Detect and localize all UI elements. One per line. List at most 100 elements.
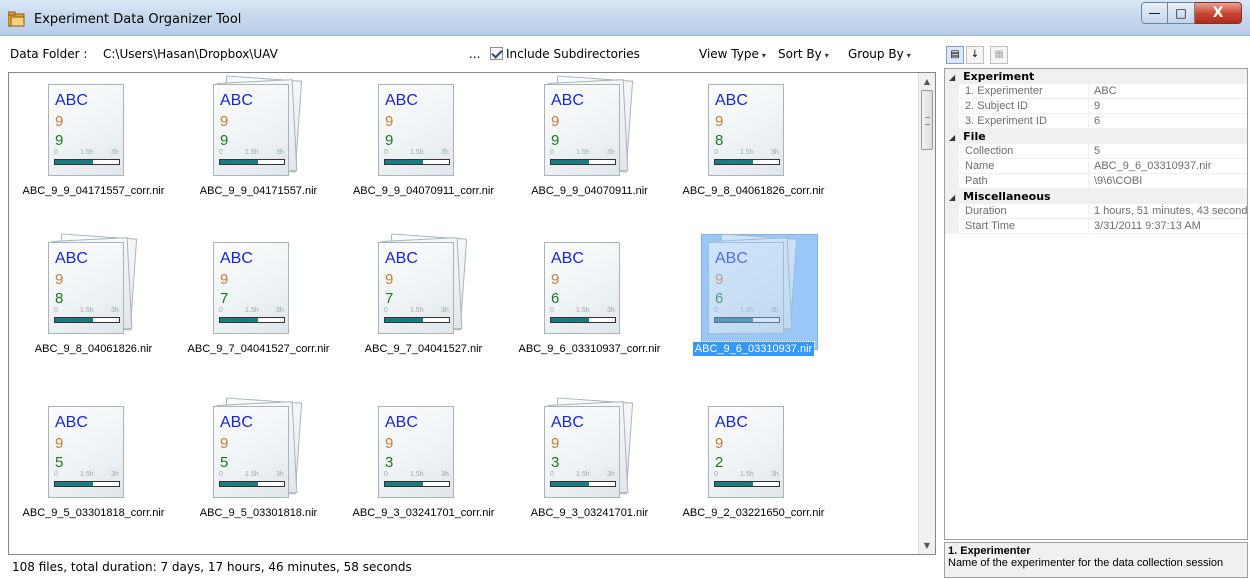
file-name: ABC_9_7_04041527.nir	[341, 343, 506, 355]
file-item[interactable]: ABC 9 2 0 1.5h 3h ABC_9_2_03221650_corr.nir	[671, 397, 836, 547]
scrollbar-thumb[interactable]	[921, 90, 933, 150]
file-thumbnail-view[interactable]: ▲ ▼ ABC 9 9 0 1.5h 3h ABC_9_9_04171557_corr.ni…	[8, 72, 936, 555]
sort-by-dropdown[interactable]: Sort By ▾	[778, 47, 829, 61]
file-item[interactable]: ABC 9 9 0 1.5h 3h ABC_9_9_04070911_corr.nir	[341, 75, 506, 225]
file-item[interactable]: ABC 9 6 0 1.5h 3h ABC_9_6_03310937.nir	[671, 233, 836, 383]
duration-bar-fill	[55, 160, 94, 164]
file-document-icon: ABC 9 5 0 1.5h 3h	[48, 406, 134, 502]
file-name-text: ABC_9_3_03241701_corr.nir	[352, 507, 495, 519]
thumb-subject-id: 9	[385, 113, 394, 130]
property-value[interactable]: ABC_9_6_03310937.nir	[1089, 159, 1247, 174]
file-item[interactable]: ABC 9 3 0 1.5h 3h ABC_9_3_03241701.nir	[507, 397, 672, 547]
browse-folder-button[interactable]: ...	[469, 47, 480, 61]
categorized-view-icon[interactable]: ▤	[946, 46, 964, 64]
property-category[interactable]: ◢ Miscellaneous	[945, 189, 1247, 204]
duration-bar	[714, 159, 780, 165]
status-text: 108 files, total duration: 7 days, 17 ho…	[12, 560, 412, 574]
thumb-experimenter: ABC	[551, 414, 584, 431]
property-row[interactable]: 2. Subject ID 9	[945, 99, 1247, 114]
property-row[interactable]: Path \9\6\COBI	[945, 174, 1247, 189]
thumb-tick-label: 1.5h	[576, 149, 590, 156]
thumb-tick-label: 1.5h	[410, 471, 424, 478]
file-name-text: ABC_9_5_03301818_corr.nir	[22, 507, 165, 519]
property-value[interactable]: 1 hours, 51 minutes, 43 seconds	[1089, 204, 1247, 219]
property-category[interactable]: ◢ File	[945, 129, 1247, 144]
property-value[interactable]: 3/31/2011 9:37:13 AM	[1089, 219, 1247, 234]
file-document-icon: ABC 9 8 0 1.5h 3h	[708, 84, 794, 180]
scroll-down-arrow-icon[interactable]: ▼	[919, 537, 935, 554]
view-type-dropdown[interactable]: View Type ▾	[699, 47, 766, 61]
file-document-icon: ABC 9 6 0 1.5h 3h	[708, 233, 798, 338]
property-value[interactable]: \9\6\COBI	[1089, 174, 1247, 189]
thumb-experiment-id: 6	[551, 290, 560, 307]
data-folder-path-field[interactable]: C:\Users\Hasan\Dropbox\UAV	[103, 47, 278, 61]
file-item[interactable]: ABC 9 9 0 1.5h 3h ABC_9_9_04171557_corr.nir	[11, 75, 176, 225]
property-row[interactable]: Duration 1 hours, 51 minutes, 43 seconds	[945, 204, 1247, 219]
include-subdirectories-label: Include Subdirectories	[506, 47, 640, 61]
include-subdirectories-checkbox[interactable]: Include Subdirectories	[490, 47, 640, 61]
thumb-tick-label: 1.5h	[245, 471, 259, 478]
thumb-tick-label: 1.5h	[410, 149, 424, 156]
alphabetical-sort-icon[interactable]: ↓	[966, 46, 984, 64]
file-page: ABC 9 3 0 1.5h 3h	[544, 406, 620, 498]
close-icon: X	[1212, 5, 1224, 21]
thumb-experimenter: ABC	[551, 250, 584, 267]
minimize-button[interactable]: —	[1141, 2, 1168, 24]
file-name-text: ABC_9_7_04041527_corr.nir	[187, 343, 330, 355]
data-folder-label: Data Folder :	[10, 47, 88, 61]
collapse-triangle-icon[interactable]: ◢	[949, 133, 955, 142]
thumb-tick-label: 3h	[607, 307, 615, 314]
file-item[interactable]: ABC 9 5 0 1.5h 3h ABC_9_5_03301818.nir	[176, 397, 341, 547]
file-name: ABC_9_9_04070911.nir	[507, 185, 672, 197]
close-button[interactable]: X	[1195, 2, 1242, 24]
duration-bar-fill	[551, 482, 590, 486]
property-category[interactable]: ◢ Experiment	[945, 69, 1247, 84]
property-value[interactable]: 5	[1089, 144, 1247, 159]
file-document-icon: ABC 9 8 0 1.5h 3h	[48, 233, 138, 338]
group-by-dropdown[interactable]: Group By ▾	[848, 47, 911, 61]
file-item[interactable]: ABC 9 7 0 1.5h 3h ABC_9_7_04041527_corr.nir	[176, 233, 341, 383]
property-row[interactable]: 3. Experiment ID 6	[945, 114, 1247, 129]
file-name-text: ABC_9_8_04061826.nir	[34, 343, 153, 355]
file-name-text: ABC_9_6_03310937_corr.nir	[518, 343, 661, 355]
file-item[interactable]: ABC 9 3 0 1.5h 3h ABC_9_3_03241701_corr.nir	[341, 397, 506, 547]
thumb-tick-label: 1.5h	[576, 307, 590, 314]
property-grid[interactable]: ◢ Experiment 1. Experimenter ABC 2. Subject …	[944, 68, 1248, 540]
property-value[interactable]: 9	[1089, 99, 1247, 114]
duration-bar-fill	[55, 318, 94, 322]
file-item[interactable]: ABC 9 6 0 1.5h 3h ABC_9_6_03310937_corr.nir	[507, 233, 672, 383]
thumb-subject-id: 9	[385, 435, 394, 452]
property-row[interactable]: Start Time 3/31/2011 9:37:13 AM	[945, 219, 1247, 234]
property-row[interactable]: Name ABC_9_6_03310937.nir	[945, 159, 1247, 174]
property-pages-icon[interactable]: ▦	[990, 46, 1008, 64]
property-value[interactable]: ABC	[1089, 84, 1247, 99]
file-item[interactable]: ABC 9 9 0 1.5h 3h ABC_9_9_04070911.nir	[507, 75, 672, 225]
scroll-up-arrow-icon[interactable]: ▲	[919, 73, 935, 90]
thumb-tick-label: 1.5h	[80, 307, 94, 314]
file-item[interactable]: ABC 9 9 0 1.5h 3h ABC_9_9_04171557.nir	[176, 75, 341, 225]
vertical-scrollbar[interactable]: ▲ ▼	[918, 73, 935, 554]
thumb-tick-label: 0	[54, 471, 58, 478]
file-page: ABC 9 9 0 1.5h 3h	[378, 84, 454, 176]
file-item[interactable]: ABC 9 5 0 1.5h 3h ABC_9_5_03301818_corr.nir	[11, 397, 176, 547]
property-name: Duration	[959, 204, 1089, 219]
collapse-triangle-icon[interactable]: ◢	[949, 193, 955, 202]
file-item[interactable]: ABC 9 7 0 1.5h 3h ABC_9_7_04041527.nir	[341, 233, 506, 383]
duration-bar	[384, 481, 450, 487]
property-name: 3. Experiment ID	[959, 114, 1089, 129]
maximize-button[interactable]: □	[1168, 2, 1195, 24]
thumb-experimenter: ABC	[385, 92, 418, 109]
file-item[interactable]: ABC 9 8 0 1.5h 3h ABC_9_8_04061826.nir	[11, 233, 176, 383]
property-row[interactable]: 1. Experimenter ABC	[945, 84, 1247, 99]
duration-bar	[219, 481, 285, 487]
duration-bar	[384, 317, 450, 323]
collapse-triangle-icon[interactable]: ◢	[949, 73, 955, 82]
file-document-icon: ABC 9 7 0 1.5h 3h	[213, 242, 299, 338]
file-page: ABC 9 8 0 1.5h 3h	[708, 84, 784, 176]
property-row[interactable]: Collection 5	[945, 144, 1247, 159]
property-value[interactable]: 6	[1089, 114, 1247, 129]
file-item[interactable]: ABC 9 8 0 1.5h 3h ABC_9_8_04061826_corr.nir	[671, 75, 836, 225]
thumb-tick-label: 3h	[276, 471, 284, 478]
duration-bar-fill	[385, 318, 424, 322]
property-name: 2. Subject ID	[959, 99, 1089, 114]
